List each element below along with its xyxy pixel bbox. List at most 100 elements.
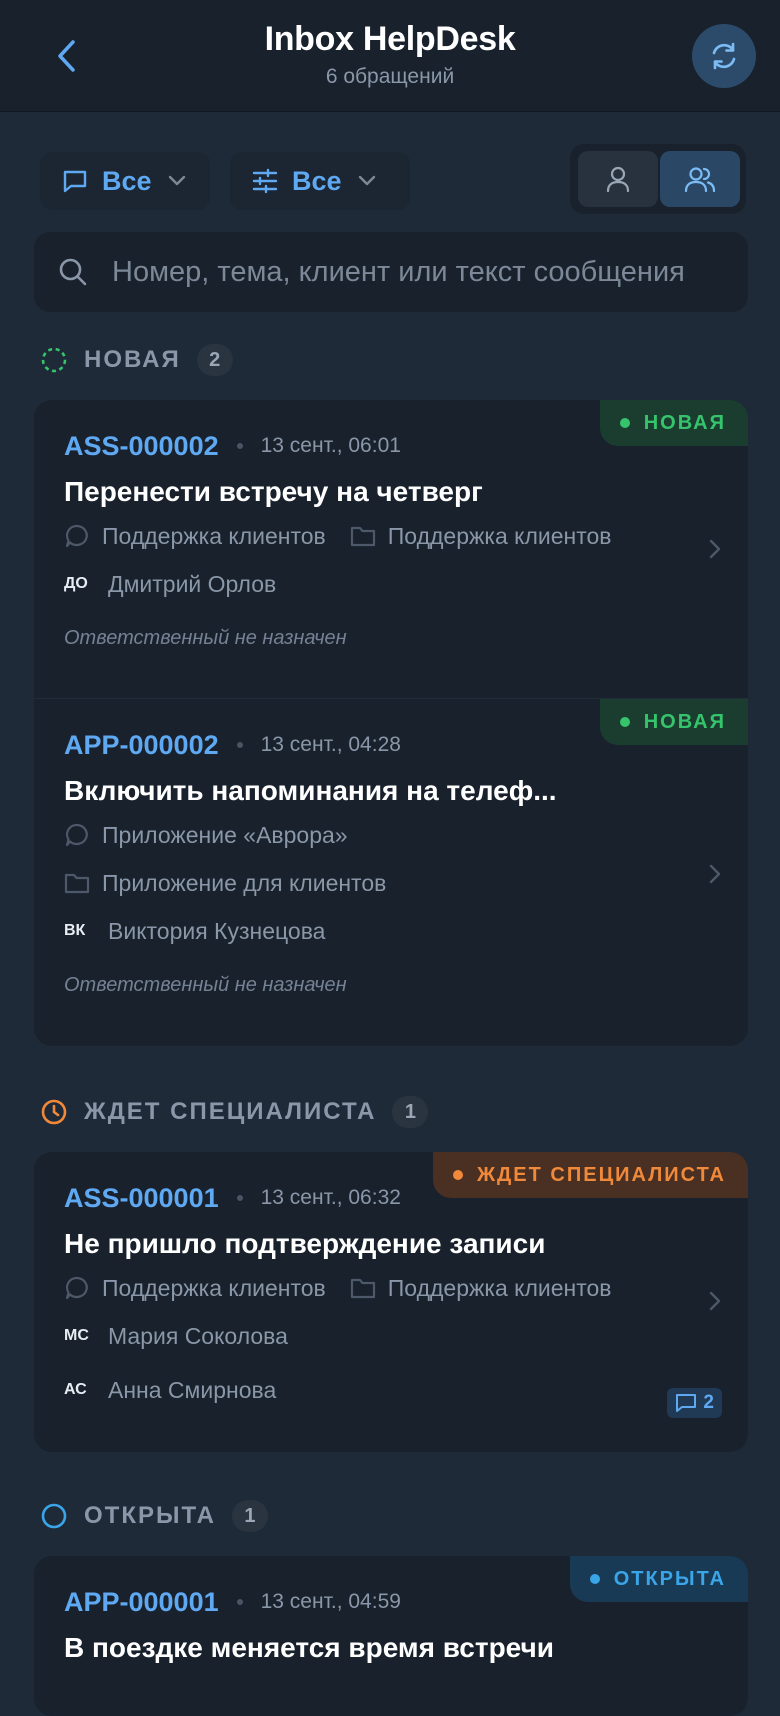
message-square-icon <box>63 170 87 193</box>
channel-filter-dropdown[interactable]: Все <box>40 152 210 210</box>
ticket-card[interactable]: НОВАЯ APP-000002 13 сент., 04:28 Включит… <box>34 698 748 1046</box>
circle-icon <box>41 1503 67 1529</box>
dashed-circle-icon <box>41 347 67 373</box>
filter-bar: Все Все <box>34 144 746 214</box>
params-filter-label: Все <box>292 165 342 196</box>
status-badge: НОВАЯ <box>599 699 748 745</box>
separator-dot <box>236 1599 243 1605</box>
folder-icon <box>64 873 90 894</box>
app-header: Inbox HelpDesk 6 обращений <box>0 0 780 112</box>
status-dot <box>619 418 630 428</box>
ticket-group-waiting: ЖДЕТ СПЕЦИАЛИСТА ASS-000001 13 сент., 06… <box>34 1152 748 1452</box>
header-title-block: Inbox HelpDesk 6 обращений <box>0 20 780 89</box>
ticket-subject: Включить напоминания на телеф... <box>64 775 557 806</box>
ticket-subject: В поездке меняется время встречи <box>64 1632 555 1663</box>
page-subtitle: 6 обращений <box>325 65 455 88</box>
assignee-view-toggle <box>570 144 746 214</box>
queue-label: Поддержка клиентов <box>387 522 612 549</box>
ticket-card[interactable]: ОТКРЫТА APP-000001 13 сент., 04:59 В пое… <box>34 1556 748 1716</box>
message-circle-icon <box>65 1276 88 1300</box>
ticket-id: ASS-000002 <box>64 430 219 461</box>
sliders-icon <box>252 168 278 194</box>
ticket-group-open: ОТКРЫТА APP-000001 13 сент., 04:59 В пое… <box>34 1556 748 1716</box>
ticket-channel: Поддержка клиентов <box>64 1275 326 1302</box>
channel-label: Приложение «Аврора» <box>102 821 348 848</box>
search-input[interactable] <box>112 255 724 289</box>
all-tickets-toggle[interactable] <box>660 151 740 207</box>
section-header-waiting[interactable]: ЖДЕТ СПЕЦИАЛИСТА 1 <box>40 1092 429 1132</box>
comment-count: 2 <box>703 1392 714 1413</box>
channel-label: Поддержка клиентов <box>102 1274 326 1301</box>
ticket-time: 13 сент., 06:32 <box>260 1186 401 1209</box>
ticket-meta: Поддержка клиентов Поддержка клиентов <box>64 1264 718 1312</box>
params-filter-dropdown[interactable]: Все <box>230 152 410 210</box>
queue-label: Приложение для клиентов <box>102 869 387 896</box>
section-title: ОТКРЫТА <box>84 1502 216 1529</box>
message-circle-icon <box>65 524 88 548</box>
ticket-client: ВК Виктория Кузнецова <box>64 907 718 955</box>
ticket-group-new: НОВАЯ ASS-000002 13 сент., 06:01 Перенес… <box>34 400 748 1046</box>
ticket-time: 13 сент., 04:59 <box>260 1590 401 1613</box>
ticket-card[interactable]: ЖДЕТ СПЕЦИАЛИСТА ASS-000001 13 сент., 06… <box>34 1152 748 1452</box>
search-icon <box>59 258 87 286</box>
section-header-open[interactable]: ОТКРЫТА 1 <box>40 1496 268 1536</box>
channel-label: Поддержка клиентов <box>102 522 326 549</box>
ticket-channel: Приложение «Аврора» <box>64 811 718 859</box>
client-initials: ВК <box>64 922 86 939</box>
assignee-empty-label: Ответственный не назначен <box>64 626 347 649</box>
separator-dot <box>236 742 243 748</box>
separator-dot <box>236 1195 243 1201</box>
page-title: Inbox HelpDesk <box>264 20 516 58</box>
ticket-queue: Поддержка клиентов <box>350 523 612 550</box>
chevron-down-icon <box>358 175 375 186</box>
ticket-id: APP-000001 <box>64 1586 219 1617</box>
section-count: 1 <box>231 1500 268 1532</box>
ticket-card[interactable]: НОВАЯ ASS-000002 13 сент., 06:01 Перенес… <box>34 400 748 698</box>
folder-icon <box>350 1278 375 1299</box>
ticket-subject: Не пришло подтверждение записи <box>64 1228 546 1259</box>
separator-dot <box>236 443 243 449</box>
assignee-initials: АС <box>64 1381 87 1398</box>
ticket-subject: Перенести встречу на четверг <box>64 476 483 507</box>
search-bar <box>34 232 748 312</box>
queue-label: Поддержка клиентов <box>387 1274 612 1301</box>
folder-icon <box>350 526 375 547</box>
client-name: Виктория Кузнецова <box>108 917 326 944</box>
client-initials: МС <box>64 1327 89 1344</box>
comment-count-badge: 2 <box>667 1388 722 1418</box>
chevron-right-icon <box>709 539 721 559</box>
client-name: Мария Соколова <box>108 1322 288 1349</box>
status-dot <box>452 1170 463 1180</box>
chevron-right-icon <box>709 864 721 884</box>
message-circle-icon <box>65 823 88 847</box>
ticket-meta: Поддержка клиентов Поддержка клиентов <box>64 512 718 560</box>
ticket-time: 13 сент., 06:01 <box>260 434 401 457</box>
refresh-button[interactable] <box>692 24 756 88</box>
client-initials: ДО <box>64 575 88 592</box>
client-name: Дмитрий Орлов <box>108 570 277 597</box>
section-count: 1 <box>392 1096 429 1128</box>
my-tickets-toggle[interactable] <box>578 151 658 207</box>
assignee-empty-label: Ответственный не назначен <box>64 973 347 996</box>
refresh-icon <box>712 42 736 70</box>
ticket-client: ДО Дмитрий Орлов <box>64 560 718 608</box>
status-label: НОВАЯ <box>643 411 726 434</box>
status-dot <box>589 1574 600 1584</box>
chevron-right-icon <box>709 1291 721 1311</box>
ticket-queue: Приложение для клиентов <box>64 859 718 907</box>
section-title: ЖДЕТ СПЕЦИАЛИСТА <box>84 1098 377 1125</box>
ticket-client: МС Мария Соколова <box>64 1312 718 1360</box>
section-header-new[interactable]: НОВАЯ 2 <box>40 340 233 380</box>
status-label: НОВАЯ <box>643 710 726 733</box>
ticket-channel: Поддержка клиентов <box>64 523 326 550</box>
status-badge: НОВАЯ <box>599 400 748 446</box>
assignee-name: Анна Смирнова <box>108 1376 277 1403</box>
users-icon <box>684 167 716 193</box>
ticket-queue: Поддержка клиентов <box>350 1275 612 1302</box>
section-title: НОВАЯ <box>84 346 181 373</box>
channel-filter-label: Все <box>102 165 152 196</box>
ticket-channel-item: Приложение «Аврора» <box>64 822 348 849</box>
ticket-id: APP-000002 <box>64 729 219 760</box>
user-icon <box>606 166 630 193</box>
clock-icon <box>41 1099 67 1125</box>
